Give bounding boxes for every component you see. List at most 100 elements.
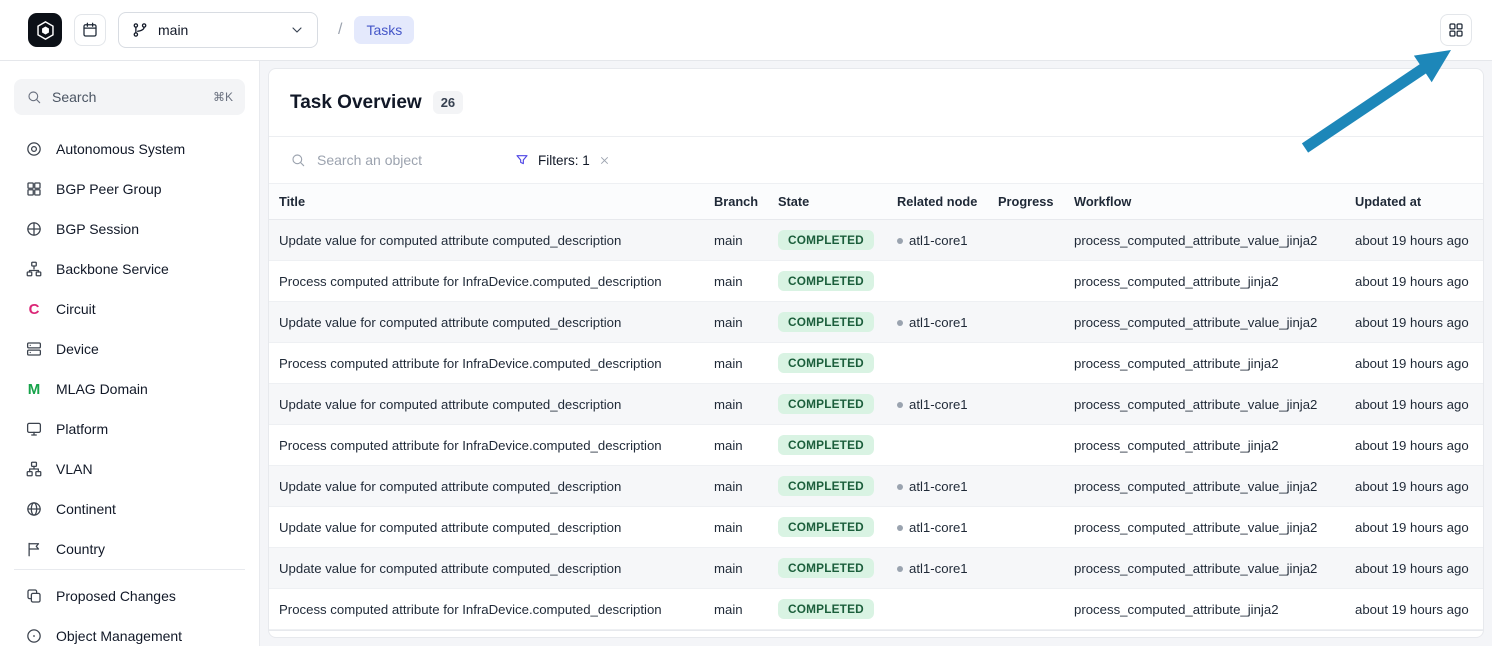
related-node-cell: atl1-core1 xyxy=(889,548,990,589)
letter-icon: C xyxy=(29,301,40,318)
state-cell: COMPLETED xyxy=(770,589,889,630)
breadcrumb-separator: / xyxy=(338,21,342,39)
topbar: main / Tasks xyxy=(0,0,1492,61)
calendar-icon xyxy=(81,21,99,39)
status-badge: COMPLETED xyxy=(778,517,874,537)
branch-name: main xyxy=(158,22,280,38)
chevron-down-icon[interactable] xyxy=(289,22,305,38)
related-node-cell: atl1-core1 xyxy=(889,466,990,507)
table-row[interactable]: Update value for computed attribute comp… xyxy=(269,466,1483,507)
table-row[interactable]: Update value for computed attribute comp… xyxy=(269,507,1483,548)
updated-at-cell: about 19 hours ago xyxy=(1347,220,1483,261)
table-toolbar: Filters: 1 xyxy=(269,137,1483,183)
circle-dot-icon xyxy=(25,627,43,645)
table-row[interactable]: Process computed attribute for InfraDevi… xyxy=(269,425,1483,466)
sidebar-item[interactable]: M MLAG Domain xyxy=(14,369,245,409)
breadcrumb-tasks[interactable]: Tasks xyxy=(354,16,414,44)
table-row[interactable]: Update value for computed attribute comp… xyxy=(269,384,1483,425)
search-icon xyxy=(26,89,42,105)
previous-page-button[interactable]: Previous xyxy=(1190,637,1276,638)
apps-button[interactable] xyxy=(1440,14,1472,46)
workflow-cell: process_computed_attribute_value_jinja2 xyxy=(1066,302,1347,343)
workflow-cell: process_computed_attribute_jinja2 xyxy=(1066,589,1347,630)
page-number-button[interactable]: 2 xyxy=(1319,637,1361,638)
sidebar-item[interactable]: Autonomous System xyxy=(14,129,245,169)
clear-filters-icon[interactable] xyxy=(598,154,611,167)
node-dot-icon xyxy=(897,566,903,572)
sidebar-item[interactable]: Device xyxy=(14,329,245,369)
item-icon-slot xyxy=(24,220,44,238)
table-row[interactable]: Process computed attribute for InfraDevi… xyxy=(269,343,1483,384)
task-title-cell: Update value for computed attribute comp… xyxy=(269,548,706,589)
flag-icon xyxy=(25,540,43,558)
item-icon-slot xyxy=(24,460,44,478)
table-row[interactable]: Process computed attribute for InfraDevi… xyxy=(269,261,1483,302)
sidebar-nav: Autonomous System BGP Peer Group xyxy=(14,129,245,569)
related-node: atl1-core1 xyxy=(897,233,968,248)
task-title-cell: Process computed attribute for InfraDevi… xyxy=(269,425,706,466)
sidebar-item[interactable]: Backbone Service xyxy=(14,249,245,289)
sidebar-item[interactable]: VLAN xyxy=(14,449,245,489)
sidebar-footer-item[interactable]: Proposed Changes xyxy=(14,576,245,616)
layout: Search ⌘K Autonomous System xyxy=(0,61,1492,646)
node-dot-icon xyxy=(897,484,903,490)
column-header-progress: Progress xyxy=(990,184,1066,220)
app-logo[interactable] xyxy=(28,13,62,47)
item-icon-slot: M xyxy=(24,381,44,398)
object-search-input[interactable] xyxy=(317,152,495,168)
state-cell: COMPLETED xyxy=(770,302,889,343)
state-cell: COMPLETED xyxy=(770,507,889,548)
lan-icon xyxy=(25,460,43,478)
task-title-cell: Process computed attribute for InfraDevi… xyxy=(269,589,706,630)
item-icon-slot xyxy=(24,140,44,158)
sidebar-item[interactable]: BGP Peer Group xyxy=(14,169,245,209)
table-row[interactable]: Update value for computed attribute comp… xyxy=(269,302,1483,343)
pagination: Previous 1 2 3 Next xyxy=(1190,637,1462,638)
related-node-cell xyxy=(889,343,990,384)
sidebar-item[interactable]: BGP Session xyxy=(14,209,245,249)
task-overview-card: Task Overview 26 Filters: 1 xyxy=(268,68,1484,638)
table-header: Title Branch State Related node Progress… xyxy=(269,184,1483,220)
branch-selector[interactable]: main xyxy=(118,12,318,48)
workflow-cell: process_computed_attribute_jinja2 xyxy=(1066,261,1347,302)
updated-at-cell: about 19 hours ago xyxy=(1347,384,1483,425)
sidebar-item[interactable]: C Circuit xyxy=(14,289,245,329)
updated-at-cell: about 19 hours ago xyxy=(1347,302,1483,343)
related-node: atl1-core1 xyxy=(897,397,968,412)
table-row[interactable]: Process computed attribute for InfraDevi… xyxy=(269,589,1483,630)
related-node-label: atl1-core1 xyxy=(909,520,968,535)
next-page-button[interactable]: Next xyxy=(1401,637,1462,638)
search-icon xyxy=(290,152,306,168)
calendar-button[interactable] xyxy=(74,14,106,46)
progress-cell xyxy=(990,548,1066,589)
table-row[interactable]: Update value for computed attribute comp… xyxy=(269,220,1483,261)
globe-cross-icon xyxy=(25,220,43,238)
task-title-cell: Update value for computed attribute comp… xyxy=(269,220,706,261)
sidebar-footer-item[interactable]: Object Management xyxy=(14,616,245,646)
card-footer: Showing 1 to 10 of 26 results 10 Previou… xyxy=(269,630,1483,638)
related-node-cell: atl1-core1 xyxy=(889,302,990,343)
page-size-select[interactable]: 10 xyxy=(497,637,569,638)
related-node-cell: atl1-core1 xyxy=(889,220,990,261)
updated-at-cell: about 19 hours ago xyxy=(1347,507,1483,548)
sidebar-item[interactable]: Continent xyxy=(14,489,245,529)
state-cell: COMPLETED xyxy=(770,220,889,261)
page-number-button[interactable]: 3 xyxy=(1360,637,1402,638)
related-node-cell xyxy=(889,261,990,302)
page-number-button[interactable]: 1 xyxy=(1278,637,1320,638)
sidebar-footer: Proposed Changes Object Management xyxy=(14,569,245,646)
sidebar-item-label: Proposed Changes xyxy=(56,588,176,604)
filters-control[interactable]: Filters: 1 xyxy=(514,152,611,168)
progress-cell xyxy=(990,220,1066,261)
item-icon-slot xyxy=(24,420,44,438)
page-number-group: 1 2 3 xyxy=(1279,637,1402,638)
related-node: atl1-core1 xyxy=(897,479,968,494)
sidebar-search[interactable]: Search ⌘K xyxy=(14,79,245,115)
table-row[interactable]: Update value for computed attribute comp… xyxy=(269,548,1483,589)
workflow-cell: process_computed_attribute_value_jinja2 xyxy=(1066,507,1347,548)
sidebar-item[interactable]: Platform xyxy=(14,409,245,449)
task-title-cell: Update value for computed attribute comp… xyxy=(269,507,706,548)
status-badge: COMPLETED xyxy=(778,599,874,619)
state-cell: COMPLETED xyxy=(770,261,889,302)
sidebar-item[interactable]: Country xyxy=(14,529,245,569)
